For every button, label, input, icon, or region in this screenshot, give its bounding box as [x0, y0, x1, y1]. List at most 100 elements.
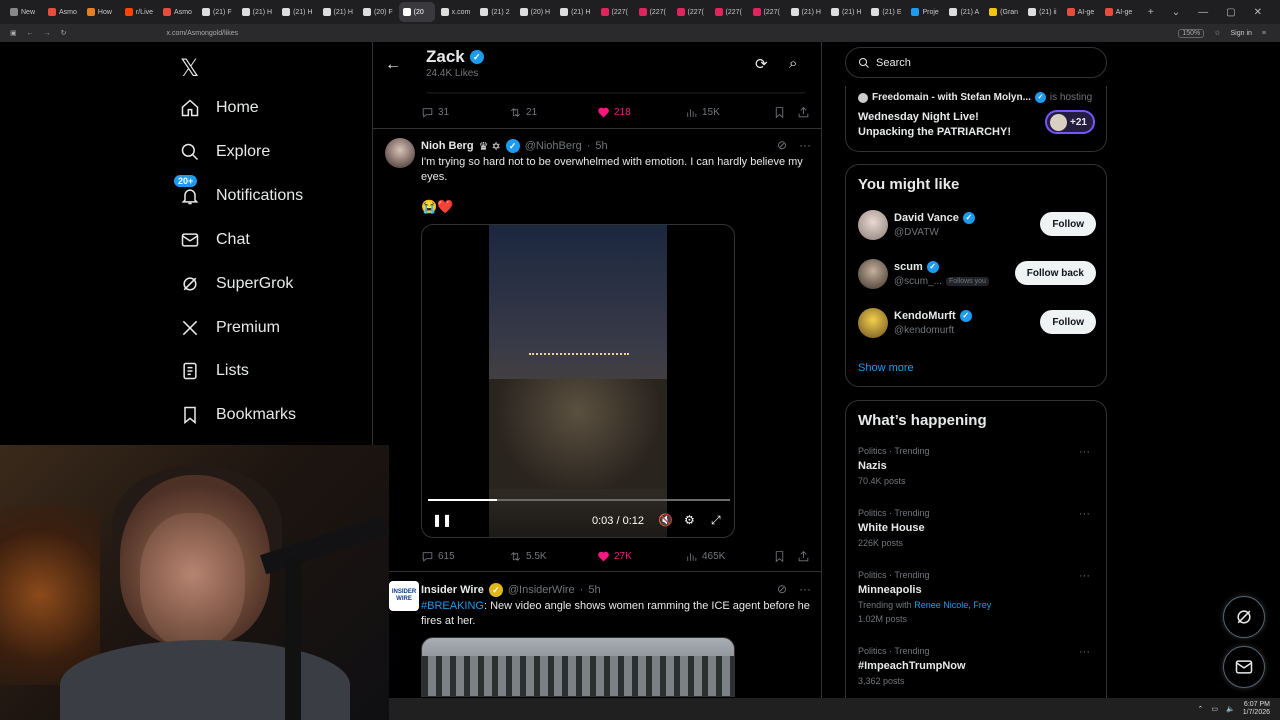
like-button[interactable]: 218 — [597, 106, 631, 119]
post-time[interactable]: 5h — [588, 584, 600, 596]
avatar[interactable] — [858, 308, 888, 338]
browser-tab[interactable]: Proje — [907, 2, 943, 22]
trend-item[interactable]: Politics · Trending #ImpeachTrumpNow 3,3… — [858, 646, 1096, 686]
maximize-icon[interactable]: ▢ — [1226, 7, 1235, 18]
menu-icon[interactable]: ≡ — [1262, 30, 1266, 37]
volume-muted-icon[interactable]: 🔇 — [658, 513, 673, 527]
grok-fab-button[interactable] — [1223, 596, 1265, 638]
nav-explore[interactable]: Explore — [180, 142, 270, 162]
sidebar-toggle-icon[interactable]: ▣ — [10, 29, 17, 37]
video-progress-bar[interactable] — [428, 499, 730, 501]
sign-in-button[interactable]: Sign in — [1231, 30, 1252, 37]
browser-tab[interactable]: New — [6, 2, 42, 22]
minimize-icon[interactable]: — — [1198, 7, 1208, 18]
more-icon[interactable]: ··· — [1079, 446, 1090, 458]
post-time[interactable]: 5h — [595, 140, 607, 152]
browser-tab[interactable]: (21) H — [556, 2, 594, 22]
browser-tab[interactable]: (21) H — [787, 2, 825, 22]
views-button[interactable]: 15K — [685, 106, 720, 119]
browser-tab[interactable]: How — [83, 2, 119, 22]
browser-tab[interactable]: (Gran — [985, 2, 1022, 22]
repost-button[interactable]: 21 — [509, 106, 537, 119]
pause-icon[interactable]: ❚❚ — [432, 513, 452, 527]
trend-item[interactable]: Politics · Trending Minneapolis Trending… — [858, 570, 1096, 624]
post-author[interactable]: Nioh Berg ♛ ✡ ✓ @NiohBerg · 5h — [421, 139, 608, 153]
x-logo-icon[interactable]: 𝕏 — [180, 54, 199, 82]
grok-icon[interactable]: ⊘ — [777, 138, 787, 152]
volume-icon[interactable]: 🔈 — [1226, 705, 1235, 713]
live-space-card[interactable]: Freedomain - with Stefan Molyn... ✓ is h… — [845, 86, 1107, 152]
more-icon[interactable]: ··· — [1079, 508, 1090, 520]
hashtag-link[interactable]: #BREAKING — [421, 600, 484, 612]
avatar[interactable] — [858, 210, 888, 240]
trending-with-links[interactable]: Renee Nicole, Frey — [914, 600, 991, 610]
browser-tab[interactable]: (21) H — [827, 2, 865, 22]
browser-tab[interactable]: (227( — [711, 2, 747, 22]
nav-bookmarks[interactable]: Bookmarks — [180, 405, 296, 425]
nav-chat[interactable]: Chat — [180, 230, 250, 250]
like-button[interactable]: 27K — [597, 550, 632, 563]
avatar[interactable]: INSIDER WIRE — [389, 581, 419, 611]
address-bar[interactable]: ▣ ← → ↻ x.com/Asmongold/likes 150% ☆ Sig… — [0, 24, 1280, 42]
network-icon[interactable]: ▭ — [1211, 705, 1218, 713]
browser-tab[interactable]: AI-ge — [1101, 2, 1137, 22]
browser-tab[interactable]: (21) 2 — [476, 2, 513, 22]
browser-tab[interactable]: (21) E — [867, 2, 905, 22]
grok-icon[interactable]: ⊘ — [777, 582, 787, 596]
nav-notifications[interactable]: 20+ Notifications — [174, 175, 303, 206]
nav-home[interactable]: Home — [180, 98, 259, 118]
trend-item[interactable]: Politics · Trending White House 226K pos… — [858, 508, 1096, 548]
browser-tab[interactable]: (21) H — [278, 2, 316, 22]
browser-tab[interactable]: (227( — [635, 2, 671, 22]
messages-fab-button[interactable] — [1223, 646, 1265, 688]
bookmark-button[interactable] — [773, 550, 786, 563]
follow-back-button[interactable]: Follow back — [1014, 261, 1096, 285]
suggested-user[interactable]: KendoMurft ✓ @kendomurft Follow — [858, 308, 1096, 342]
more-icon[interactable]: ··· — [1079, 570, 1090, 582]
reply-button[interactable]: 615 — [421, 550, 455, 563]
share-button[interactable] — [797, 550, 810, 563]
nav-supergrok[interactable]: SuperGrok — [180, 274, 293, 294]
fullscreen-icon[interactable]: ⤢ — [711, 513, 721, 528]
browser-tab[interactable]: x.com — [437, 2, 475, 22]
browser-tab[interactable]: (20) H — [516, 2, 554, 22]
search-input[interactable]: Search — [845, 47, 1107, 78]
url-text[interactable]: x.com/Asmongold/likes — [167, 30, 239, 37]
trend-item[interactable]: Politics · Trending Nazis 70.4K posts ··… — [858, 446, 1096, 486]
grok-refresh-icon[interactable]: ⟳ — [755, 55, 768, 73]
post-image[interactable] — [421, 637, 735, 697]
suggested-user[interactable]: David Vance ✓ @DVATW Follow — [858, 210, 1096, 244]
suggested-user[interactable]: scum ✓ @scum_... Follows you Follow back — [858, 259, 1096, 293]
reload-icon[interactable]: ↻ — [61, 29, 67, 37]
browser-tab[interactable]: Asmo — [159, 2, 196, 22]
avatar[interactable] — [858, 259, 888, 289]
back-icon[interactable]: ← — [385, 56, 401, 74]
system-clock[interactable]: 6:07 PM 1/7/2026 — [1243, 701, 1270, 717]
nav-premium[interactable]: Premium — [180, 318, 280, 338]
more-icon[interactable]: ··· — [799, 582, 811, 596]
zoom-level[interactable]: 150% — [1178, 28, 1205, 38]
settings-gear-icon[interactable]: ⚙ — [684, 513, 695, 527]
views-button[interactable]: 465K — [685, 550, 725, 563]
back-arrow-icon[interactable]: ← — [27, 30, 34, 37]
nav-lists[interactable]: Lists — [180, 361, 249, 381]
browser-tab[interactable]: (21) ii — [1024, 2, 1061, 22]
share-button[interactable] — [797, 106, 810, 119]
forward-arrow-icon[interactable]: → — [44, 30, 51, 37]
avatar[interactable] — [385, 138, 415, 168]
follow-button[interactable]: Follow — [1040, 212, 1096, 236]
browser-tab[interactable]: Asmo — [44, 2, 81, 22]
show-more-link[interactable]: Show more — [858, 362, 914, 374]
browser-tab[interactable]: (227( — [749, 2, 785, 22]
more-icon[interactable]: ··· — [1079, 646, 1090, 658]
browser-tab[interactable]: (227( — [673, 2, 709, 22]
video-player[interactable]: ❚❚ 0:03 / 0:12 🔇 ⚙ ⤢ — [421, 224, 735, 538]
browser-tab[interactable]: (21) A — [945, 2, 983, 22]
tab-list-icon[interactable]: ⌄ — [1172, 7, 1180, 18]
more-icon[interactable]: ··· — [799, 138, 811, 152]
follow-button[interactable]: Follow — [1040, 310, 1096, 334]
new-tab-icon[interactable]: + — [1148, 7, 1154, 18]
space-listener-count[interactable]: +21 — [1045, 110, 1095, 134]
reply-button[interactable]: 31 — [421, 106, 449, 119]
browser-tab[interactable]: (21) F — [198, 2, 236, 22]
